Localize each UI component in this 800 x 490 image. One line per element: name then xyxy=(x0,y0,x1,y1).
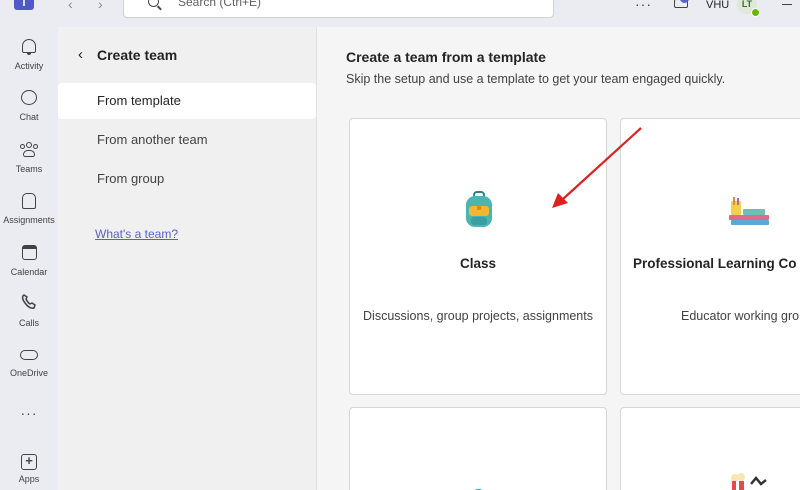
teams-icon xyxy=(20,142,38,157)
backpack-icon xyxy=(464,191,494,234)
presence-available-icon xyxy=(751,8,760,17)
search-icon xyxy=(148,0,159,7)
template-card-bottom-right[interactable] xyxy=(620,407,800,490)
calendar-icon xyxy=(21,245,37,260)
rail-label: Calls xyxy=(18,318,39,328)
page-title: Create a team from a template xyxy=(346,49,546,65)
rail-item-activity[interactable]: Activity xyxy=(0,36,58,71)
rail-item-teams[interactable]: Teams xyxy=(0,139,58,174)
panel-title: Create team xyxy=(97,47,178,63)
nav-item-from-group[interactable]: From group xyxy=(58,161,316,197)
nav-item-from-template[interactable]: From template xyxy=(58,83,316,119)
template-card-class[interactable]: Class Discussions, group projects, assig… xyxy=(349,118,607,395)
partial-icon xyxy=(470,484,486,490)
cloud-icon xyxy=(20,350,38,360)
card-description: Educator working gro xyxy=(681,309,800,323)
rail-label: Apps xyxy=(18,474,40,484)
rail-item-calls[interactable]: Calls xyxy=(0,293,58,328)
rail-label: Chat xyxy=(19,112,39,122)
rail-item-chat[interactable]: Chat xyxy=(0,87,58,122)
plus-icon: + xyxy=(21,454,37,470)
search-input[interactable]: Search (Ctrl+E) xyxy=(123,0,554,18)
rail-item-apps[interactable]: + Apps xyxy=(0,449,58,484)
nav-item-from-another-team[interactable]: From another team xyxy=(58,122,316,158)
rail-label: OneDrive xyxy=(9,368,48,378)
rail-item-onedrive[interactable]: OneDrive xyxy=(0,343,58,378)
rail-label: Calendar xyxy=(10,267,48,277)
rail-item-more[interactable]: ··· xyxy=(0,402,58,424)
rail-item-assignments[interactable]: Assignments xyxy=(0,190,58,225)
minimize-icon[interactable] xyxy=(782,4,792,5)
bell-icon xyxy=(22,39,36,55)
forward-arrow-icon[interactable]: › xyxy=(98,0,103,12)
template-card-professional-learning-community[interactable]: Professional Learning Co Educator workin… xyxy=(620,118,800,395)
teams-logo-icon: T xyxy=(14,0,34,10)
books-icon xyxy=(729,195,771,232)
search-placeholder: Search (Ctrl+E) xyxy=(178,0,262,9)
more-options-icon[interactable]: ··· xyxy=(635,0,652,12)
rail-label: Activity xyxy=(14,61,44,71)
title-bar: T ‹ › Search (Ctrl+E) ··· VHU LT xyxy=(0,0,800,27)
chat-icon xyxy=(21,90,37,105)
rail-item-calendar[interactable]: Calendar xyxy=(0,242,58,277)
page-subtitle: Skip the setup and use a template to get… xyxy=(346,72,726,86)
backpack-icon xyxy=(22,193,36,209)
card-description: Discussions, group projects, assignments xyxy=(363,309,593,323)
org-label[interactable]: VHU xyxy=(706,0,729,11)
more-icon: ··· xyxy=(20,405,38,421)
phone-icon xyxy=(0,293,58,315)
rail-label: Assignments xyxy=(3,215,55,225)
template-card-bottom-left[interactable] xyxy=(349,407,607,490)
whats-a-team-link[interactable]: What's a team? xyxy=(95,227,178,241)
card-title: Class xyxy=(459,256,497,271)
back-arrow-icon[interactable]: ‹ xyxy=(68,0,73,12)
card-title: Professional Learning Co xyxy=(633,256,797,271)
rail-label: Teams xyxy=(15,164,43,174)
back-chevron-icon[interactable]: ‹ xyxy=(78,46,83,63)
popcorn-icon xyxy=(729,472,769,490)
